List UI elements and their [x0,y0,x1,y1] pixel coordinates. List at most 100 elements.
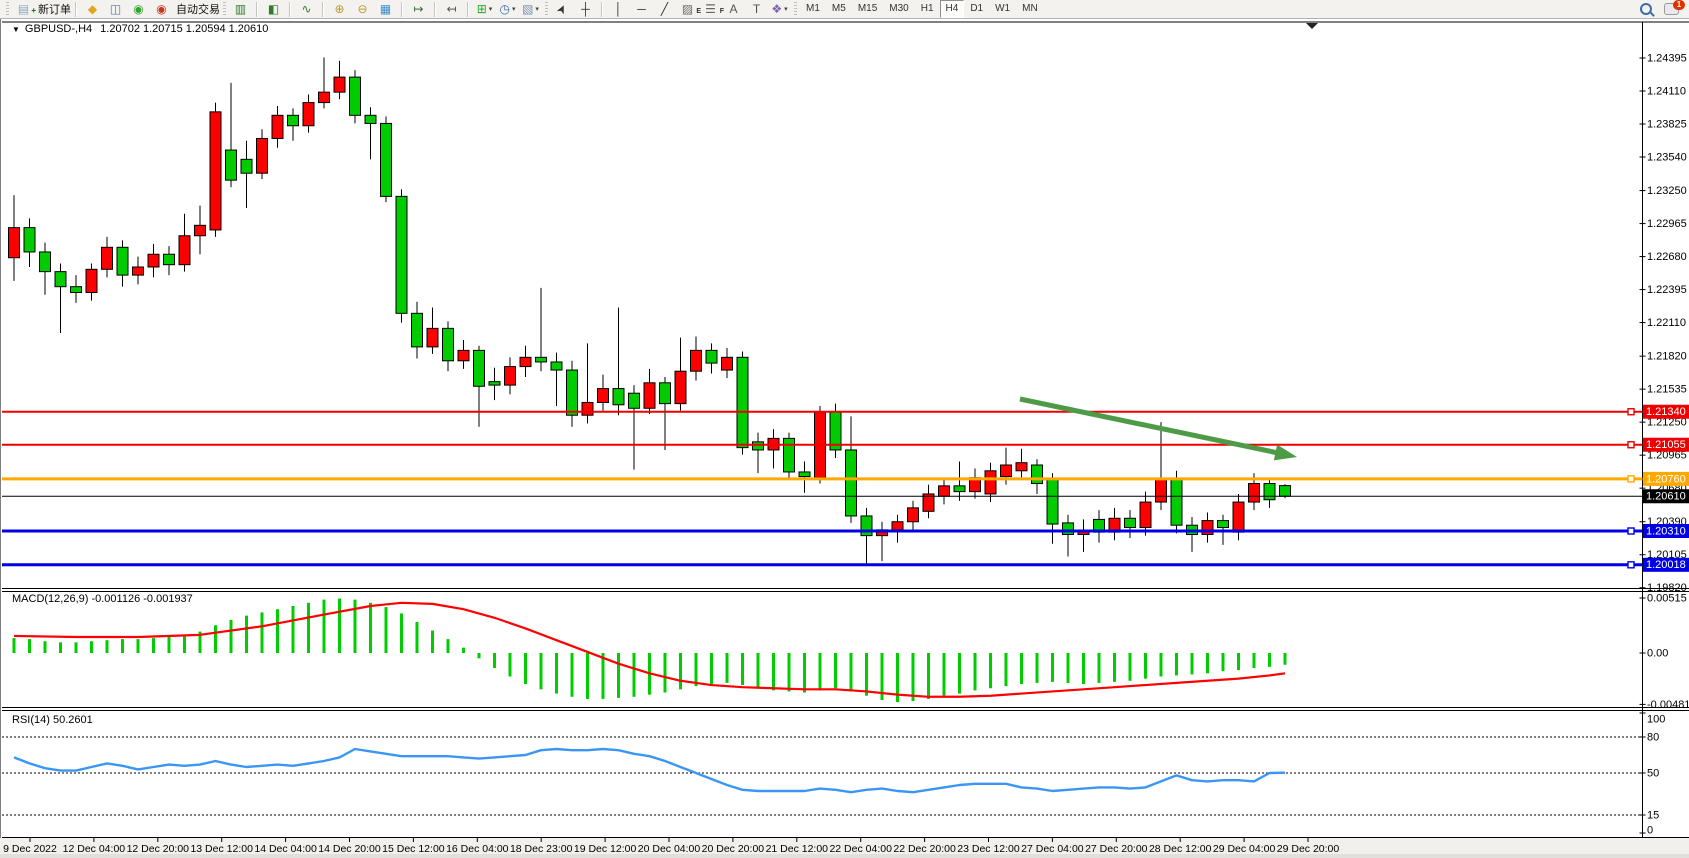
macd-histogram-bar [245,616,248,653]
zoom-in-icon: ⊕ [334,1,344,18]
price-tick-label: 1.24110 [1647,85,1686,97]
resistance-line-1-handle[interactable] [1628,409,1634,415]
macd-histogram-bar [447,639,450,653]
chart-shift-icon[interactable]: ↤ [440,1,463,18]
autotrading-button[interactable]: ◉ [150,1,173,18]
candle [71,275,82,303]
macd-histogram-bar [261,612,264,653]
time-tick-label: 22 Dec 04:00 [829,843,892,855]
trendline-icon[interactable]: ╱ [653,1,676,18]
market-watch-icon[interactable]: ◫ [104,1,127,18]
candle-body [1249,484,1260,503]
text-icon[interactable]: A [722,1,745,18]
tile-windows-icon[interactable]: ▦ [374,1,397,18]
support-line-2-handle[interactable] [1628,562,1634,568]
macd-histogram-bar [307,603,310,653]
chevron-down-icon[interactable]: ▾ [784,1,788,18]
price-tick-label: 1.23540 [1647,151,1687,163]
time-tick-label: 27 Dec 04:00 [1021,843,1084,855]
toolbar-separator [322,2,324,17]
search-icon[interactable] [1640,3,1652,15]
support-line-1-handle[interactable] [1628,528,1634,534]
candle-body [753,442,764,450]
candle-body [148,254,159,267]
timeframe-button-mn[interactable]: MN [1016,0,1044,18]
candle [24,218,35,267]
candle-body [195,225,206,235]
timeframe-button-m15[interactable]: M15 [852,0,883,18]
support-line-2-price-label: 1.20018 [1646,559,1686,571]
macd-histogram-bar [1160,653,1163,676]
candle [908,501,919,532]
timeframe-button-m1[interactable]: M1 [800,0,826,18]
price-tick-label: 1.23825 [1647,118,1687,130]
candle-body [288,115,299,125]
candle [148,244,159,278]
timeframe-button-m5[interactable]: M5 [826,0,852,18]
zoom-out-icon: ⊖ [357,1,367,18]
macd-histogram-bar [1113,653,1116,682]
candle [443,321,454,371]
periods-icon[interactable]: ◷▾ [496,1,519,18]
time-tick-label: 22 Dec 20:00 [893,843,956,855]
candle [55,264,66,333]
templates-icon[interactable]: ▧▾ [519,1,542,18]
timeframe-button-h1[interactable]: H1 [915,0,940,18]
bar-chart-mode-icon[interactable]: ▥ [229,1,252,18]
vertical-line-icon[interactable]: │ [607,1,630,18]
signals-icon[interactable]: ◉ [127,1,150,18]
time-tick-label: 20 Dec 04:00 [638,843,701,855]
candle-body [737,357,748,447]
chart-shift-marker-icon[interactable] [1306,23,1318,29]
add-indicator-icon[interactable]: ⊞▾ [473,1,496,18]
line-chart-mode-icon: ∿ [301,1,311,18]
fibonacci-icon[interactable]: ☰F [699,1,722,18]
candle [164,246,175,275]
timeframe-button-w1[interactable]: W1 [989,0,1016,18]
chevron-down-icon[interactable]: ▾ [489,1,493,18]
timeframe-button-d1[interactable]: D1 [964,0,989,18]
timeframe-button-m30[interactable]: M30 [883,0,914,18]
new-chart-icon[interactable]: ◆ [81,1,104,18]
macd-histogram-bar [292,606,295,653]
zoom-in-icon[interactable]: ⊕ [328,1,351,18]
candle [567,361,578,427]
resistance-line-2-handle[interactable] [1628,442,1634,448]
price-tick-label: 1.22110 [1647,317,1686,329]
macd-histogram-bar [617,653,620,698]
new-order-button-label[interactable]: 新订单 [38,1,71,17]
autotrading-button-label[interactable]: 自动交易 [176,1,220,17]
chart-ohlc-values: 1.20702 1.20715 1.20594 1.20610 [100,23,268,35]
chevron-down-icon[interactable]: ▾ [512,1,516,18]
candle-body [846,450,857,516]
candle-body [427,328,438,347]
time-tick-label: 16 Dec 04:00 [446,843,509,855]
chat-icon[interactable]: 1 [1664,3,1679,15]
macd-histogram-bar [664,653,667,693]
fibonacci-icon: ☰ [705,1,716,18]
arrows-icon[interactable]: ❖▾ [768,1,791,18]
candle-body [303,103,314,126]
horizontal-line-icon[interactable]: ─ [630,1,653,18]
chevron-down-icon[interactable]: ▾ [535,1,539,18]
auto-scroll-icon[interactable]: ↦ [407,1,430,18]
new-order-button[interactable]: ▤+ [12,1,35,18]
equidistant-channel-icon[interactable]: ▨E [676,1,699,18]
trend-arrow-annotation[interactable] [1020,399,1297,460]
time-tick-label: 18 Dec 23:00 [510,843,573,855]
candle-body [117,247,128,275]
candlestick-mode-icon[interactable]: ◧ [262,1,285,18]
chart-symbol-period: GBPUSD-,H4 [25,23,92,35]
candle [226,83,237,187]
timeframe-button-h4[interactable]: H4 [940,0,965,18]
macd-axis-label: -0.004811 [1647,699,1689,711]
crosshair-icon[interactable]: ┼ [574,1,597,18]
macd-histogram-bar [524,653,527,684]
zoom-out-icon[interactable]: ⊖ [351,1,374,18]
pivot-line-orange-handle[interactable] [1628,476,1634,482]
chart-expander-icon[interactable]: ▼ [12,25,20,34]
cursor-icon[interactable]: ➤ [551,1,574,18]
chart-canvas[interactable]: 1.243951.241101.238251.235401.232501.229… [0,19,1689,858]
line-chart-mode-icon[interactable]: ∿ [295,1,318,18]
text-label-icon[interactable]: T [745,1,768,18]
